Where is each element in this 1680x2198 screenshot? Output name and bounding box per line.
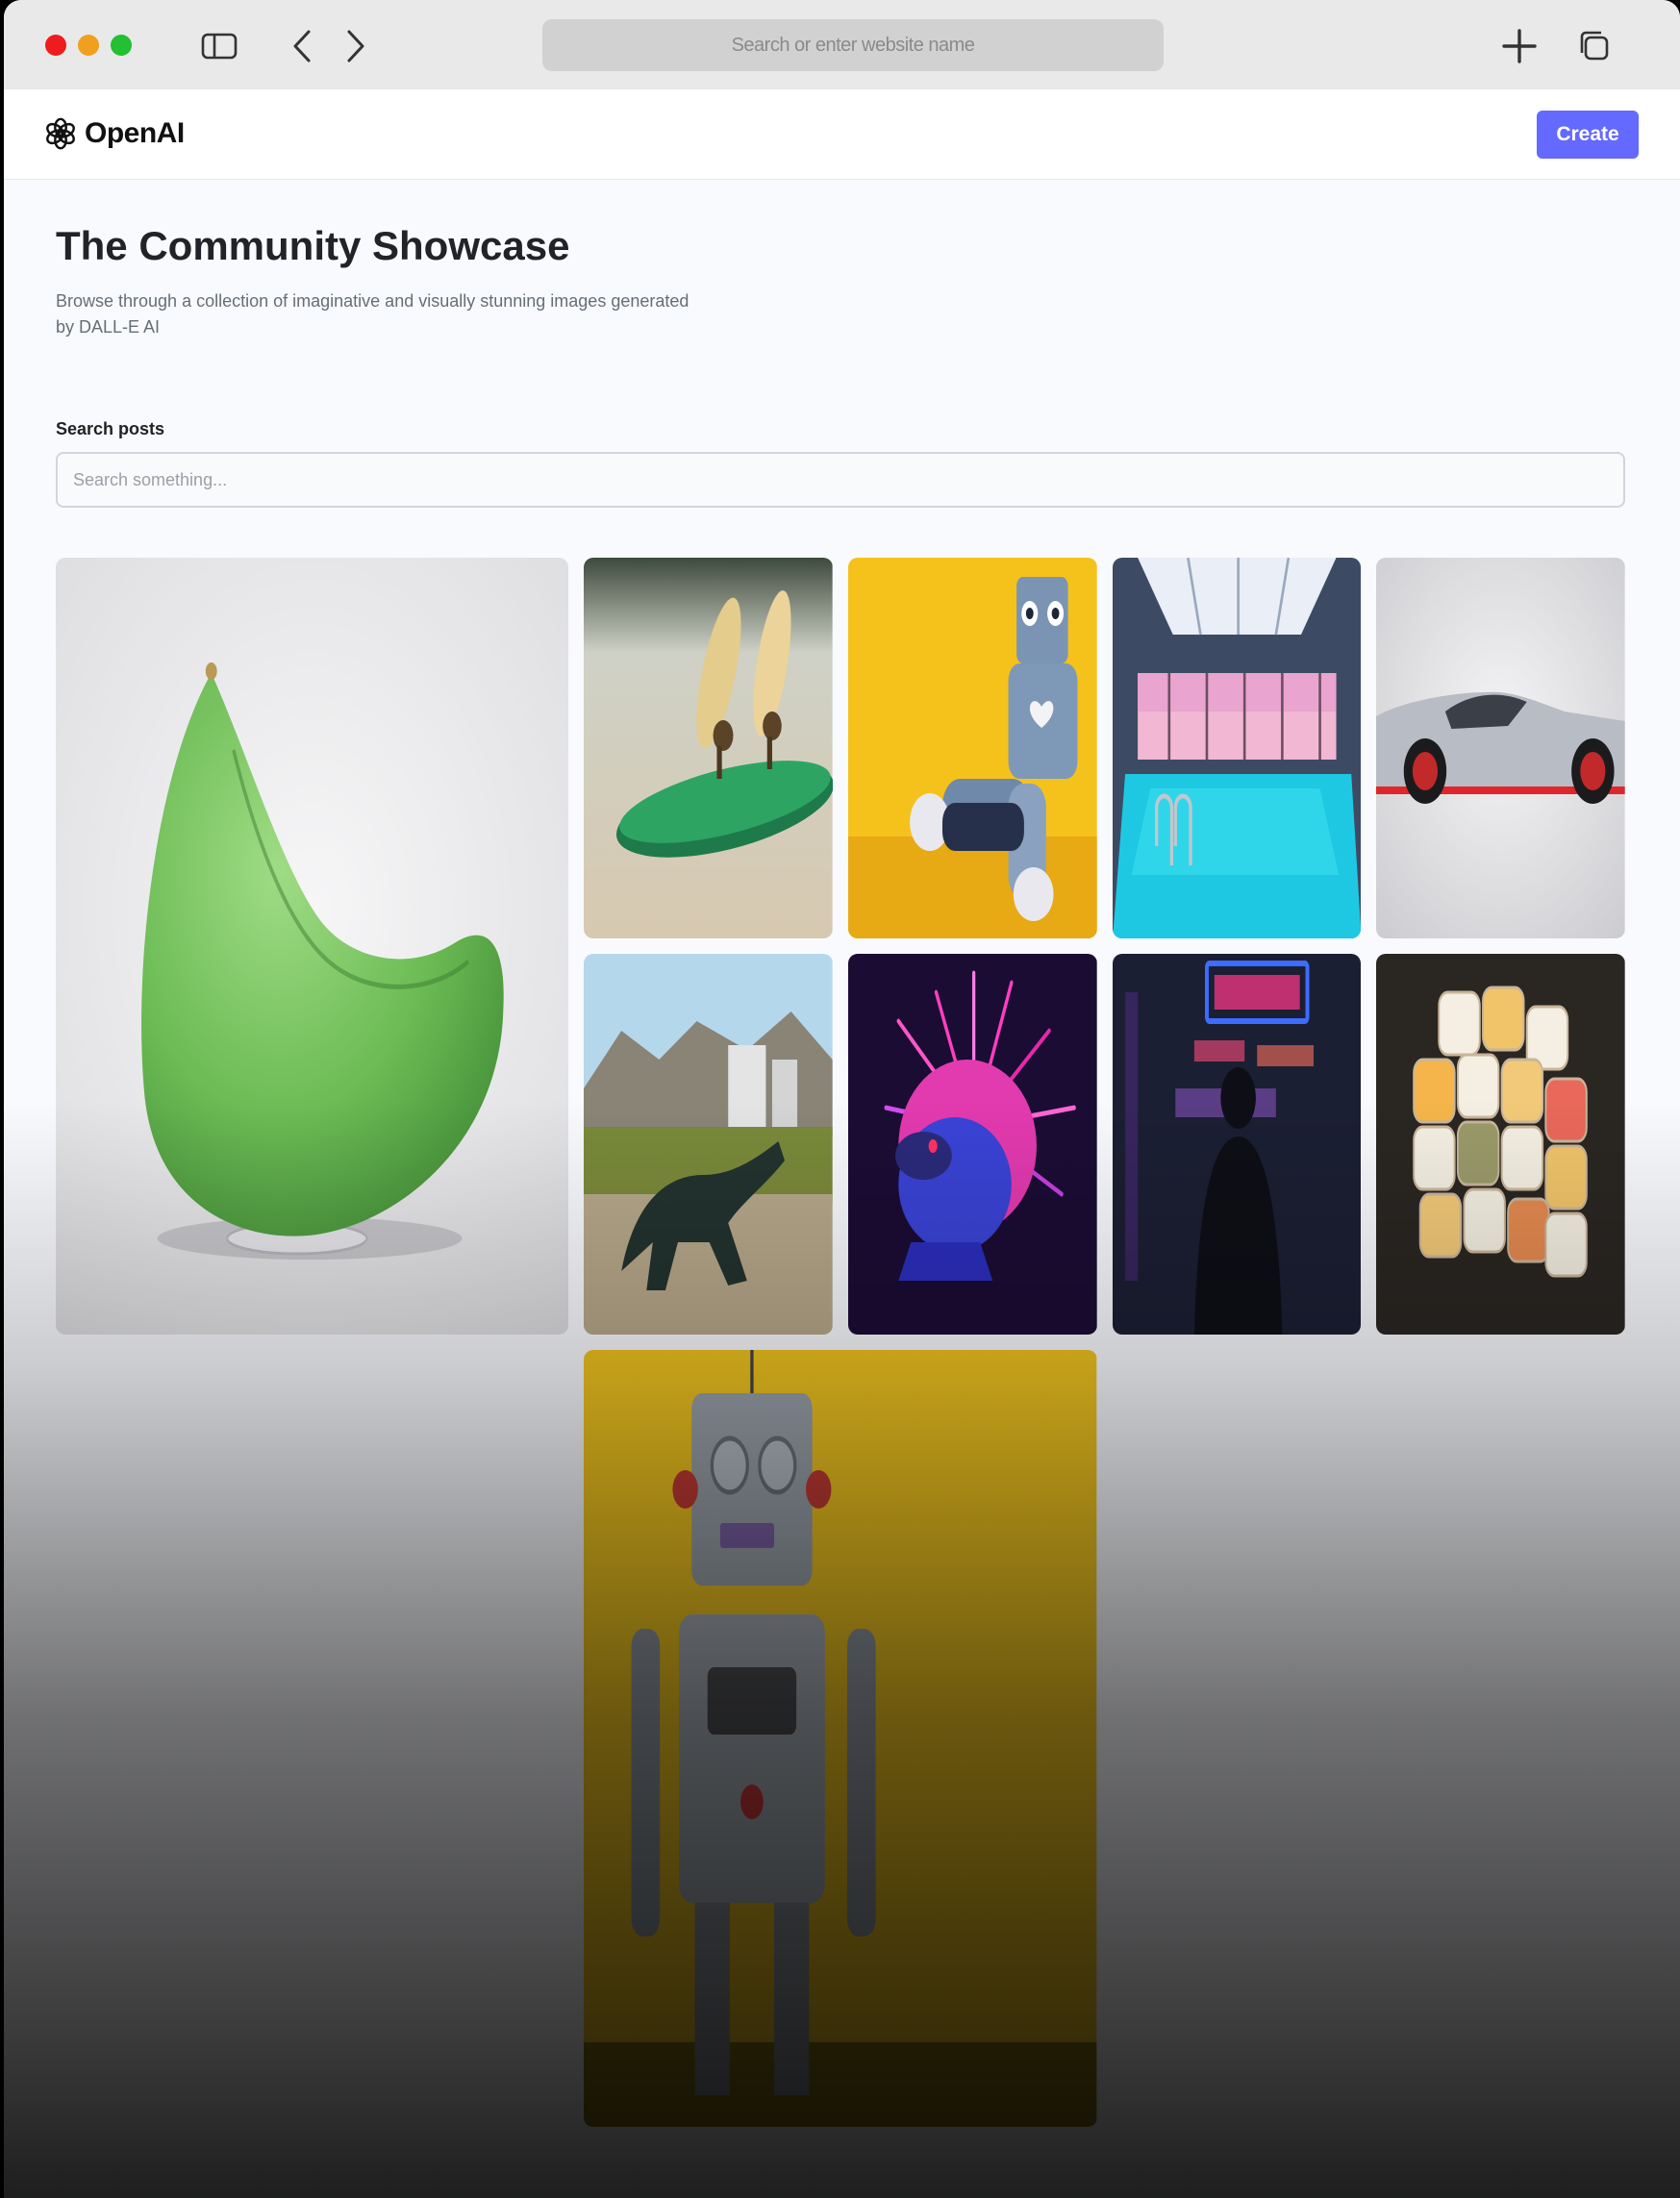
neon-hedgehog-image xyxy=(847,954,1097,1335)
gallery-card-food-cube[interactable] xyxy=(1376,954,1625,1335)
page-subtitle: Browse through a collection of imaginati… xyxy=(56,291,690,337)
search-label: Search posts xyxy=(56,419,165,438)
food-cube-image xyxy=(1376,954,1625,1335)
sidebar-icon[interactable] xyxy=(200,27,238,65)
browser-toolbar: Search or enter website name xyxy=(4,0,1680,89)
robot-yellow-wall-image xyxy=(584,1350,1097,2127)
silver-sports-car-image xyxy=(1376,558,1625,938)
logo-text: OpenAI xyxy=(85,117,185,149)
gallery-card-indoor-pool[interactable] xyxy=(1112,558,1362,938)
gallery-card-neon-hedgehog[interactable] xyxy=(847,954,1097,1335)
site-header: OpenAI Create xyxy=(4,89,1680,180)
new-tab-plus-icon[interactable] xyxy=(1500,27,1539,65)
close-window-button[interactable] xyxy=(45,35,66,56)
gallery-card-neon-street[interactable] xyxy=(1112,954,1362,1335)
page-title: The Community Showcase xyxy=(56,223,570,268)
gallery-card-silver-sports-car[interactable] xyxy=(1376,558,1625,938)
green-egg-chair-image xyxy=(56,558,569,1335)
openai-logo[interactable]: OpenAI xyxy=(42,115,185,152)
neon-street-image xyxy=(1112,954,1362,1335)
indoor-pool-image xyxy=(1112,558,1362,938)
gallery-card-robot-yellow-wall[interactable] xyxy=(584,1350,1097,2127)
dinosaur-toy-image xyxy=(584,954,833,1335)
knitted-robot-image xyxy=(847,558,1097,938)
address-bar[interactable]: Search or enter website name xyxy=(542,19,1164,71)
image-gallery xyxy=(56,558,1625,2127)
tabs-overview-icon[interactable] xyxy=(1575,27,1614,65)
gallery-card-green-egg-chair[interactable] xyxy=(56,558,569,1335)
gallery-card-knitted-robot[interactable] xyxy=(847,558,1097,938)
browser-window: Search or enter website name OpenAI Crea… xyxy=(4,0,1680,2198)
maximize-window-button[interactable] xyxy=(111,35,132,56)
surfboard-figurines-image xyxy=(584,558,833,938)
search-input[interactable] xyxy=(56,452,1625,508)
forward-arrow-icon[interactable] xyxy=(336,27,374,65)
address-placeholder: Search or enter website name xyxy=(731,34,975,56)
back-arrow-icon[interactable] xyxy=(284,27,322,65)
gallery-card-surfboard-figurines[interactable] xyxy=(584,558,833,938)
minimize-window-button[interactable] xyxy=(78,35,99,56)
openai-logo-icon xyxy=(46,117,75,150)
create-button[interactable]: Create xyxy=(1537,111,1639,159)
gallery-card-dinosaur-toy[interactable] xyxy=(584,954,833,1335)
